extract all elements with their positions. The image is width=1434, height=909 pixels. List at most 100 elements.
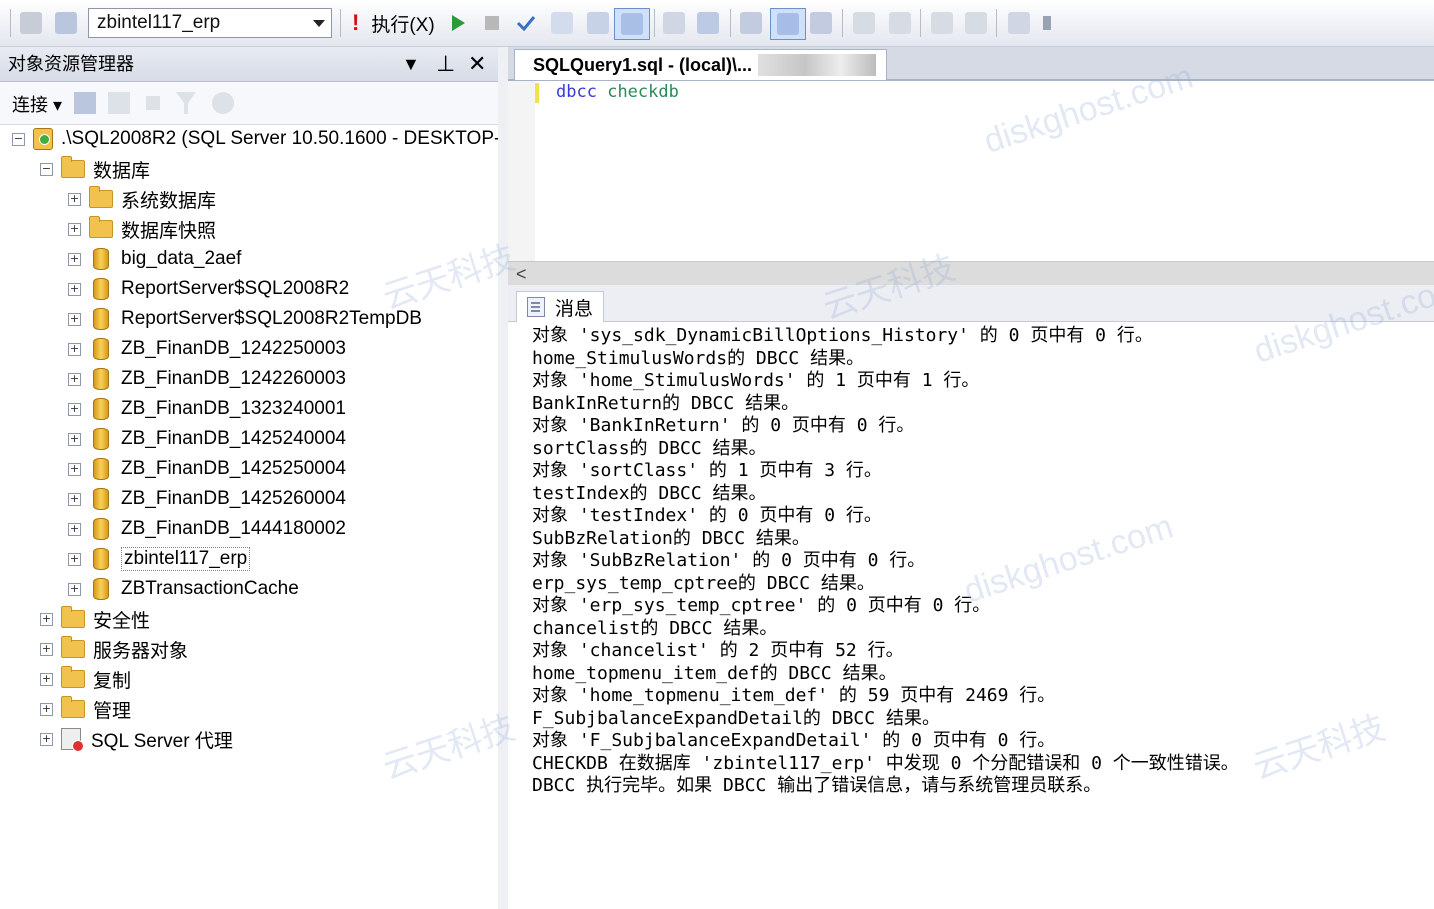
tree-node[interactable]: + ZB_FinanDB_1425240004 xyxy=(68,425,346,453)
client-statistics-icon[interactable] xyxy=(694,9,722,37)
connect-button[interactable]: 连接 ▾ xyxy=(12,91,62,117)
tree-node[interactable]: + 系统数据库 xyxy=(68,185,216,213)
expand-icon[interactable]: + xyxy=(40,612,53,626)
message-line: home_topmenu_item_def的 DBCC 结果。 xyxy=(532,662,897,684)
increase-indent-icon[interactable] xyxy=(962,9,990,37)
tree-node[interactable]: + ZB_FinanDB_1323240001 xyxy=(68,395,346,423)
query-editor[interactable]: SQLQuery1.sql - (local)\... dbcc checkdb… xyxy=(508,47,1434,286)
tree-node[interactable]: − .\SQL2008R2 (SQL Server 10.50.1600 - DE… xyxy=(12,125,500,153)
tree-node[interactable]: + zbintel117_erp xyxy=(68,545,251,573)
tree-node[interactable]: + 管理 xyxy=(40,695,131,723)
close-icon[interactable]: ✕ xyxy=(468,47,486,81)
chevron-down-icon[interactable] xyxy=(313,20,325,27)
scroll-left-icon[interactable]: < xyxy=(516,264,527,285)
expand-icon[interactable]: + xyxy=(40,732,53,746)
tree-node[interactable]: + 复制 xyxy=(40,665,131,693)
new-query-icon[interactable] xyxy=(18,9,44,37)
expand-icon[interactable]: + xyxy=(68,522,81,536)
tab-messages-label: 消息 xyxy=(555,298,594,320)
connect-object-icon[interactable] xyxy=(74,92,96,114)
pin-icon[interactable]: ⊥ xyxy=(436,47,455,81)
tree-node[interactable]: + ZB_FinanDB_1242260003 xyxy=(68,365,346,393)
expand-icon[interactable]: + xyxy=(40,642,53,656)
message-line: BankInReturn的 DBCC 结果。 xyxy=(532,392,800,414)
code-text[interactable]: dbcc checkdb xyxy=(556,81,679,103)
database-selector-value: zbintel117_erp xyxy=(97,12,221,33)
tab-sqlquery1[interactable]: SQLQuery1.sql - (local)\... xyxy=(514,49,888,80)
stop-icon[interactable] xyxy=(146,96,160,110)
tree-node-label: ZBTransactionCache xyxy=(121,578,299,599)
expand-icon[interactable]: + xyxy=(68,312,81,326)
database-icon xyxy=(93,338,109,360)
tree-node[interactable]: + SQL Server 代理 xyxy=(40,725,233,753)
tree-node[interactable]: + ReportServer$SQL2008R2 xyxy=(68,275,349,303)
tree-node-label: ReportServer$SQL2008R2 xyxy=(121,278,350,299)
results-to-file-icon-2[interactable] xyxy=(806,9,836,37)
results-to-text-icon[interactable] xyxy=(736,9,766,37)
expand-icon[interactable]: + xyxy=(68,252,81,266)
refresh-icon[interactable] xyxy=(212,92,234,114)
results-tabbar: 消息 xyxy=(508,285,1434,322)
toolbar-separator xyxy=(340,9,341,37)
specify-values-icon[interactable] xyxy=(1004,9,1034,37)
expand-icon[interactable]: + xyxy=(68,492,81,506)
folder-icon xyxy=(89,216,113,238)
expand-icon[interactable]: + xyxy=(68,282,81,296)
tree-node[interactable]: + ZB_FinanDB_1425260004 xyxy=(68,485,346,513)
tree-node[interactable]: + ZBTransactionCache xyxy=(68,575,299,603)
filter-icon[interactable] xyxy=(176,92,196,114)
server-icon xyxy=(33,128,53,150)
collapse-icon[interactable]: − xyxy=(40,162,53,176)
tree-node[interactable]: + 安全性 xyxy=(40,605,150,633)
horizontal-scrollbar[interactable]: < xyxy=(508,261,1434,286)
message-line: 对象 'BankInReturn' 的 0 页中有 0 行。 xyxy=(532,415,915,436)
tree-node[interactable]: − 数据库 xyxy=(40,155,150,183)
tab-messages[interactable]: 消息 xyxy=(516,291,605,322)
message-line: sortClass的 DBCC 结果。 xyxy=(532,437,767,459)
tree-node[interactable]: + big_data_2aef xyxy=(68,245,241,273)
tree-node-label: ZB_FinanDB_1425260004 xyxy=(121,488,347,509)
tree-node-label: big_data_2aef xyxy=(121,248,242,269)
uncomment-icon[interactable] xyxy=(886,9,914,37)
expand-icon[interactable]: + xyxy=(68,342,81,356)
tree-node-label: zbintel117_erp xyxy=(121,547,251,571)
comment-icon[interactable] xyxy=(850,9,878,37)
expand-icon[interactable]: + xyxy=(40,672,53,686)
stop-icon[interactable] xyxy=(480,9,504,37)
results-to-grid-icon[interactable] xyxy=(770,8,806,40)
available-databases-icon[interactable] xyxy=(52,9,80,37)
database-icon xyxy=(93,278,109,300)
parse-check-icon[interactable] xyxy=(514,9,538,37)
query-plan-icon[interactable] xyxy=(548,9,576,37)
decrease-indent-icon[interactable] xyxy=(928,9,956,37)
database-selector[interactable]: zbintel117_erp xyxy=(88,8,332,38)
expand-icon[interactable]: + xyxy=(68,582,81,596)
collapse-icon[interactable]: − xyxy=(12,132,25,146)
tree-node[interactable]: + ZB_FinanDB_1444180002 xyxy=(68,515,346,543)
tree-node-label: ZB_FinanDB_1425240004 xyxy=(121,428,347,449)
expand-icon[interactable]: + xyxy=(68,432,81,446)
tree-node[interactable]: + ZB_FinanDB_1425250004 xyxy=(68,455,346,483)
results-to-file-icon[interactable] xyxy=(614,8,650,40)
tree-node[interactable]: + 服务器对象 xyxy=(40,635,188,663)
toolbar-overflow-icon[interactable] xyxy=(1040,9,1054,37)
expand-icon[interactable]: + xyxy=(68,192,81,206)
disconnect-icon[interactable] xyxy=(108,92,130,114)
tree-node-label: ZB_FinanDB_1323240001 xyxy=(121,398,347,419)
tree-node[interactable]: + ReportServer$SQL2008R2TempDB xyxy=(68,305,422,333)
tree-node[interactable]: + ZB_FinanDB_1242250003 xyxy=(68,335,346,363)
debug-icon[interactable] xyxy=(446,9,470,37)
expand-icon[interactable]: + xyxy=(68,222,81,236)
include-plan-icon[interactable] xyxy=(660,9,688,37)
expand-icon[interactable]: + xyxy=(68,462,81,476)
query-designer-icon[interactable] xyxy=(584,9,612,37)
tree-node[interactable]: + 数据库快照 xyxy=(68,215,216,243)
expand-icon[interactable]: + xyxy=(68,402,81,416)
expand-icon[interactable]: + xyxy=(68,552,81,566)
expand-icon[interactable]: + xyxy=(40,702,53,716)
execute-button[interactable]: ! 执行(X) xyxy=(352,8,435,38)
tree-node-label: 服务器对象 xyxy=(93,640,189,662)
expand-icon[interactable]: + xyxy=(68,372,81,386)
panel-splitter[interactable] xyxy=(498,47,508,909)
panel-menu-icon[interactable]: ▼ xyxy=(402,47,420,81)
